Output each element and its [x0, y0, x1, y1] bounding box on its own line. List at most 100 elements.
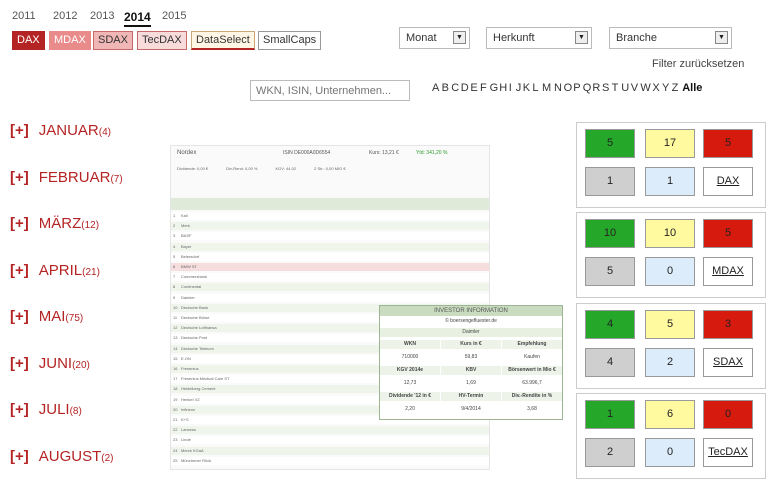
search-input[interactable]	[250, 80, 410, 101]
preview-row: 24 Merck KGaA	[171, 446, 489, 455]
expand-toggle[interactable]: [+]	[10, 122, 29, 139]
index-button-dax[interactable]: DAX	[12, 31, 45, 50]
year-tab-2013[interactable]: 2013	[90, 10, 114, 22]
preview-row-name: K+S	[181, 417, 189, 422]
count-red: 0	[703, 400, 753, 429]
year-tab-2015[interactable]: 2015	[162, 10, 186, 22]
month-item-4[interactable]: [+] MAI(75)	[10, 308, 83, 325]
preview-row-name: BMW ST	[181, 264, 197, 269]
preview-row-name: Bayer	[181, 243, 192, 249]
preview-isin: ISIN DE000A0D6554	[283, 150, 331, 156]
index-button-mdax[interactable]: MDAX	[49, 31, 91, 50]
preview-row-index: 11	[173, 315, 178, 320]
month-name: APRIL	[38, 261, 83, 279]
month-item-3[interactable]: [+] APRIL(21)	[10, 262, 100, 279]
month-select-value: Monat	[406, 32, 437, 44]
count-green: 10	[585, 219, 635, 248]
letter-filter-u[interactable]: U	[621, 82, 629, 94]
preview-row: 25 Münchener Rück	[171, 456, 489, 465]
month-item-2[interactable]: [+] MÄRZ(12)	[10, 215, 99, 232]
letter-filter-q[interactable]: Q	[583, 82, 592, 94]
letter-filter-s[interactable]: S	[602, 82, 609, 94]
letter-filter-t[interactable]: T	[612, 82, 619, 94]
letter-filter-n[interactable]: N	[554, 82, 562, 94]
count-gray: 5	[585, 257, 635, 286]
preview-row-index: 8	[173, 284, 176, 290]
year-tab-2012[interactable]: 2012	[53, 10, 77, 22]
origin-select[interactable]: Herkunft ▼	[486, 27, 592, 49]
preview-row: 3 BASF	[171, 232, 489, 241]
letter-filter-b[interactable]: B	[442, 82, 449, 94]
month-item-1[interactable]: [+] FEBRUAR(7)	[10, 169, 123, 186]
preview-stat: KGV: 44,02	[275, 166, 297, 171]
month-select[interactable]: Monat ▼	[399, 27, 470, 49]
index-summary-panel-mdax: 10 10 5 5 0 MDAX	[576, 212, 766, 298]
chevron-down-icon: ▼	[575, 31, 588, 44]
letter-filter-d[interactable]: D	[461, 82, 469, 94]
sector-select[interactable]: Branche ▼	[609, 27, 732, 49]
letter-filter-a[interactable]: A	[432, 82, 439, 94]
letter-filter-j[interactable]: J	[516, 82, 522, 94]
year-tab-2014[interactable]: 2014	[124, 10, 151, 27]
letter-filter-y[interactable]: Y	[662, 82, 669, 94]
expand-toggle[interactable]: [+]	[10, 355, 29, 372]
month-item-5[interactable]: [+] JUNI(20)	[10, 355, 90, 372]
letter-filter-k[interactable]: K	[523, 82, 530, 94]
expand-toggle[interactable]: [+]	[10, 308, 29, 325]
preview-row-name: Deutsche Börse	[181, 315, 210, 320]
index-link-mdax[interactable]: MDAX	[703, 257, 753, 286]
index-button-smallcaps[interactable]: SmallCaps	[258, 31, 322, 50]
card-cell: KGV 2014e	[380, 366, 440, 375]
expand-toggle[interactable]: [+]	[10, 401, 29, 418]
preview-price: Kurs: 13,21 €	[369, 150, 399, 156]
letter-filter-o[interactable]: O	[564, 82, 573, 94]
letter-filter-l[interactable]: L	[532, 82, 538, 94]
index-link-tecdax[interactable]: TecDAX	[703, 438, 753, 467]
origin-select-value: Herkunft	[493, 32, 535, 44]
count-blue: 1	[645, 167, 695, 196]
letter-filter-w[interactable]: W	[640, 82, 650, 94]
letter-filter-c[interactable]: C	[451, 82, 459, 94]
month-name: AUGUST	[38, 447, 102, 465]
preview-row-index: 24	[173, 447, 178, 453]
year-tab-2011[interactable]: 2011	[12, 10, 36, 22]
letter-filter-p[interactable]: P	[573, 82, 580, 94]
month-count: (20)	[72, 359, 90, 371]
expand-toggle[interactable]: [+]	[10, 448, 29, 465]
index-button-tecdax[interactable]: TecDAX	[137, 31, 187, 50]
letter-filter-i[interactable]: I	[509, 82, 512, 94]
letter-filter-m[interactable]: M	[542, 82, 551, 94]
preview-row-index: 2	[173, 223, 176, 229]
index-summary-panel-dax: 5 17 5 1 1 DAX	[576, 122, 766, 208]
count-yellow: 5	[645, 310, 695, 339]
expand-toggle[interactable]: [+]	[10, 169, 29, 186]
count-green: 5	[585, 129, 635, 158]
index-summary-panel-tecdax: 1 6 0 2 0 TecDAX	[576, 393, 766, 479]
letter-filter-h[interactable]: H	[499, 82, 507, 94]
letter-filter-r[interactable]: R	[592, 82, 600, 94]
expand-toggle[interactable]: [+]	[10, 262, 29, 279]
index-link-dax[interactable]: DAX	[703, 167, 753, 196]
card-cell: WKN	[380, 340, 440, 349]
letter-filter-g[interactable]: G	[490, 82, 499, 94]
letter-filter-z[interactable]: Z	[672, 82, 679, 94]
preview-row-index: 22	[173, 427, 178, 433]
letter-filter-x[interactable]: X	[652, 82, 659, 94]
index-link-sdax[interactable]: SDAX	[703, 348, 753, 377]
index-button-dataselect[interactable]: DataSelect	[191, 31, 255, 50]
letter-filter-all[interactable]: Alle	[682, 82, 702, 94]
preview-row-index: 13	[173, 335, 178, 341]
preview-row-name: Kali	[181, 213, 188, 218]
index-button-sdax[interactable]: SDAX	[93, 31, 133, 50]
reset-filter-link[interactable]: Filter zurücksetzen	[652, 58, 744, 70]
letter-filter-e[interactable]: E	[470, 82, 477, 94]
preview-stat: Div-Rend: 0,00 %	[226, 166, 258, 171]
month-item-7[interactable]: [+] AUGUST(2)	[10, 448, 114, 465]
month-item-6[interactable]: [+] JULI(8)	[10, 401, 82, 418]
preview-row-name: Fresenius Medical Care ST	[181, 376, 230, 382]
expand-toggle[interactable]: [+]	[10, 215, 29, 232]
month-name: MAI	[38, 308, 66, 325]
letter-filter-f[interactable]: F	[480, 82, 487, 94]
month-item-0[interactable]: [+] JANUAR(4)	[10, 122, 111, 139]
letter-filter-v[interactable]: V	[631, 82, 638, 94]
